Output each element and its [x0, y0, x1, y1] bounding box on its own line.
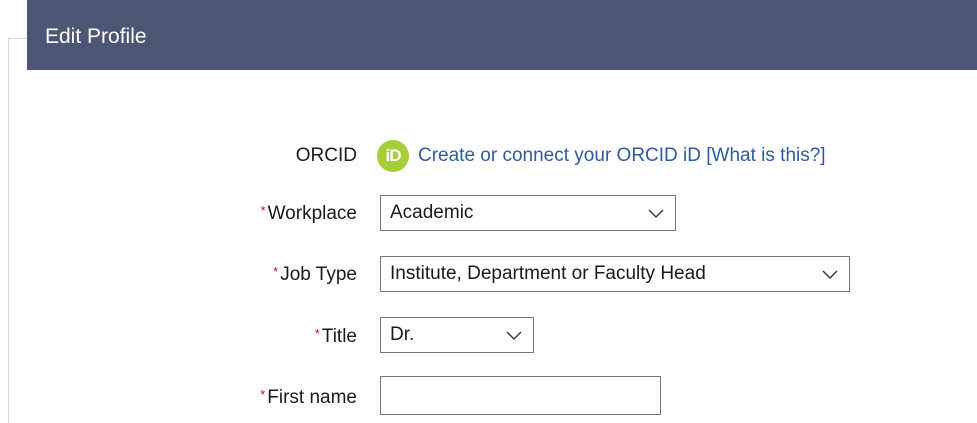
workplace-label-text: Workplace [267, 203, 357, 224]
workplace-label: * Workplace [261, 203, 357, 225]
job-type-label: * Job Type [273, 264, 357, 286]
orcid-connect-link[interactable]: Create or connect your ORCID iD [What is… [418, 145, 826, 167]
first-name-label-text: First name [267, 387, 357, 408]
title-select[interactable]: Dr. [380, 317, 534, 353]
title-select-value: Dr. [390, 324, 415, 345]
required-marker: * [260, 203, 266, 218]
edit-profile-page: Edit Profile ORCID iD Create or connect … [0, 0, 977, 423]
orcid-icon: iD [377, 140, 409, 172]
first-name-label: * First name [260, 387, 357, 409]
required-marker: * [260, 387, 266, 402]
panel-left-border [8, 38, 9, 423]
title-label-text: Title [321, 326, 357, 347]
workplace-select-value: Academic [390, 202, 474, 223]
panel-header: Edit Profile [27, 0, 977, 70]
job-type-label-text: Job Type [280, 264, 357, 285]
title-label: * Title [315, 326, 357, 348]
panel-top-border [8, 38, 28, 39]
panel-title: Edit Profile [45, 25, 147, 48]
orcid-icon-text: iD [385, 146, 402, 165]
workplace-select[interactable]: Academic [380, 195, 676, 231]
job-type-select-value: Institute, Department or Faculty Head [390, 263, 706, 284]
first-name-input[interactable] [380, 376, 661, 415]
orcid-label: ORCID [295, 145, 357, 166]
chevron-down-icon [648, 209, 664, 218]
chevron-down-icon [506, 331, 522, 340]
chevron-down-icon [822, 270, 838, 279]
required-marker: * [273, 264, 279, 279]
job-type-select[interactable]: Institute, Department or Faculty Head [380, 256, 850, 292]
required-marker: * [314, 326, 320, 341]
